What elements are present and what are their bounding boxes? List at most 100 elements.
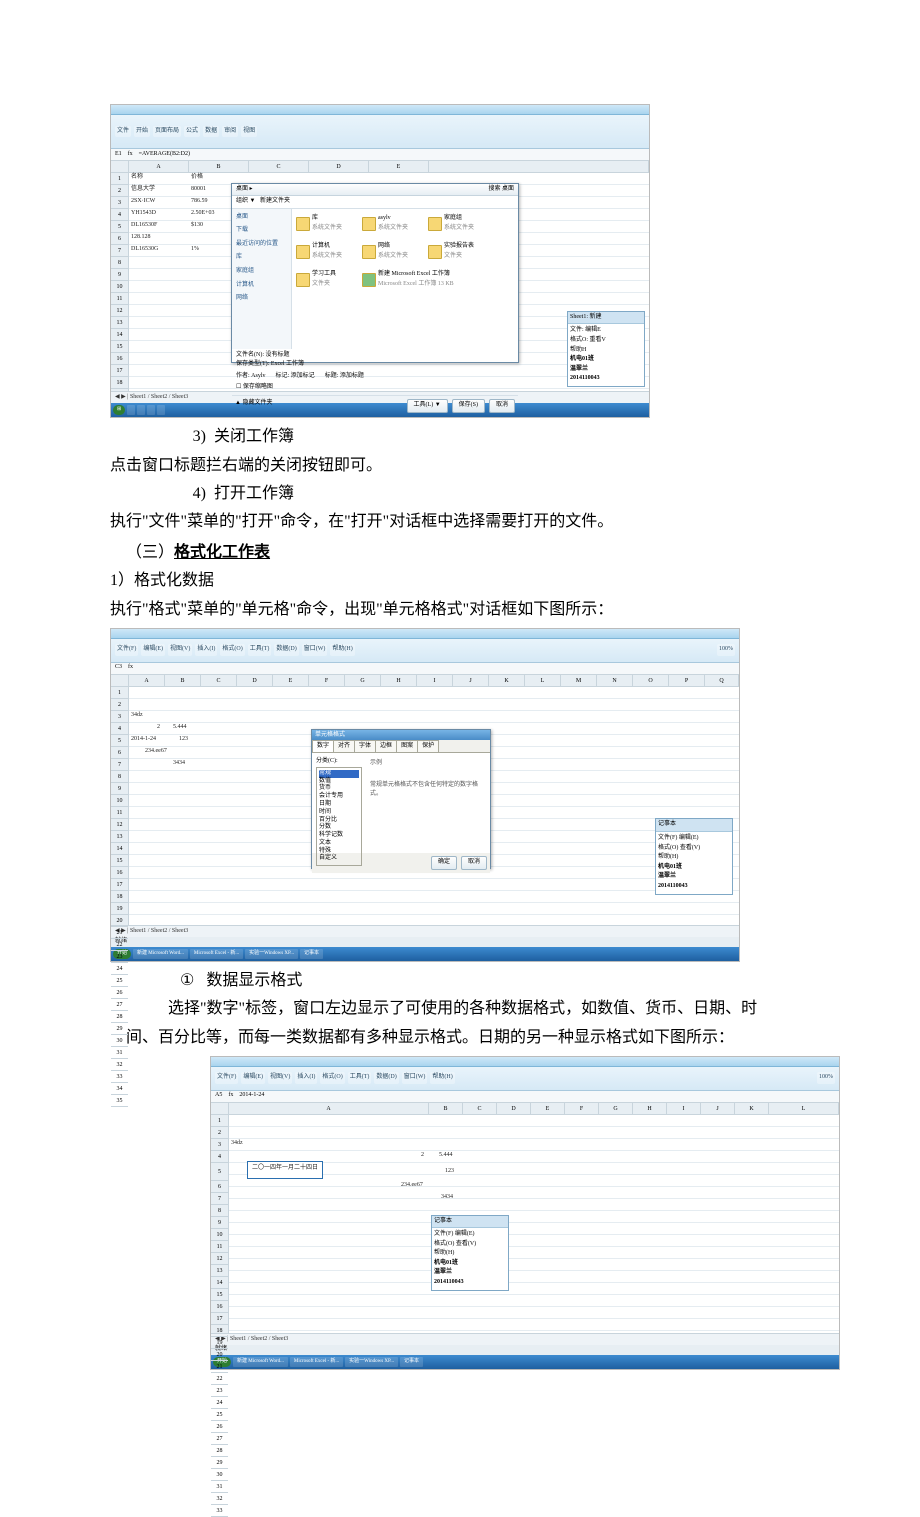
category-list[interactable]: 常规 数值 货币 会计专用 日期 时间 百分比 分数 科学记数 文本 特殊 自定… xyxy=(316,767,362,867)
cell: 234.ee67 xyxy=(145,747,167,757)
file-item[interactable]: 实验报告表文件夹 xyxy=(428,241,488,263)
menu-item[interactable]: 工具(T) xyxy=(248,644,272,656)
circled-title: 数据显示格式 xyxy=(206,968,302,994)
taskbar-item[interactable]: 新建 Microsoft Word... xyxy=(133,949,188,959)
menu-item[interactable]: 帮助(H) xyxy=(330,644,354,656)
menu-item[interactable]: 窗口(W) xyxy=(302,644,328,656)
dialog-tab[interactable]: 对齐 xyxy=(333,740,355,753)
formula-value: =AVERAGE(B2:D2) xyxy=(139,150,190,160)
menu-item[interactable]: 插入(I) xyxy=(195,644,217,656)
new-folder-button[interactable]: 新建文件夹 xyxy=(260,198,290,204)
notepad-overlay: 记事本 文件(F) 编辑(E) 格式(O) 查看(V) 帮助(H) 机电01班 … xyxy=(431,1215,509,1291)
side-item[interactable]: 网络 xyxy=(236,294,287,304)
ribbon-tab: 开始 xyxy=(134,126,150,138)
ok-button[interactable]: 确定 xyxy=(431,856,457,870)
taskbar-item[interactable]: 新建 Microsoft Word... xyxy=(233,1357,288,1367)
dialog-search: 搜索 桌面 xyxy=(488,185,514,195)
file-item[interactable]: asylv系统文件夹 xyxy=(362,213,422,235)
window-titlebar xyxy=(111,105,649,115)
paragraph-line: 选择"数字"标签，窗口左边显示了可使用的各种数据格式，如数值、货币、日期、时 xyxy=(168,995,810,1022)
screenshot-excel-dateformat: 文件(F) 编辑(E) 视图(V) 插入(I) 格式(O) 工具(T) 数据(D… xyxy=(210,1056,840,1370)
file-item[interactable]: 计算机系统文件夹 xyxy=(296,241,356,263)
sheet-tabs[interactable]: ◀ ▶ | Sheet1 / Sheet2 / Sheet3 xyxy=(211,1333,839,1345)
dialog-tab[interactable]: 图案 xyxy=(396,740,418,753)
menu-item[interactable]: 工具(T) xyxy=(348,1072,372,1084)
notepad-header: 记事本 xyxy=(432,1216,508,1229)
screenshot-excel-cellformat: 文件(F) 编辑(E) 视图(V) 插入(I) 格式(O) 工具(T) 数据(D… xyxy=(110,628,740,962)
cell: 2014-1-24 xyxy=(131,735,156,745)
taskbar-item[interactable]: 记事本 xyxy=(300,949,323,959)
dialog-tab[interactable]: 字体 xyxy=(354,740,376,753)
screenshot-excel-saveas: 文件 开始 页面布局 公式 数据 审阅 视图 E1 fx =AVERAGE(B2… xyxy=(110,104,650,418)
menu-item[interactable]: 窗口(W) xyxy=(402,1072,428,1084)
filetype-select[interactable]: Excel 工作簿 xyxy=(271,361,304,367)
menu-item[interactable]: 数据(D) xyxy=(274,644,298,656)
menu-bar: 文件(F) 编辑(E) 视图(V) 插入(I) 格式(O) 工具(T) 数据(D… xyxy=(211,1067,839,1091)
formula-value: 2014-1-24 xyxy=(239,1091,264,1101)
taskbar-item[interactable] xyxy=(157,405,165,415)
tools-button[interactable]: 工具(L) ▼ xyxy=(407,399,448,413)
menu-item[interactable]: 文件(F) xyxy=(115,644,138,656)
item-title: 关闭工作簿 xyxy=(214,424,294,450)
file-item[interactable]: 家庭组系统文件夹 xyxy=(428,213,488,235)
menu-item[interactable]: 插入(I) xyxy=(295,1072,317,1084)
taskbar-item[interactable]: Microsoft Excel - 新... xyxy=(190,949,243,959)
menu-item[interactable]: 文件(F) xyxy=(215,1072,238,1084)
notepad-line: 帮助(H) xyxy=(434,1249,506,1259)
cancel-button[interactable]: 取消 xyxy=(489,399,515,413)
file-item[interactable]: 新建 Microsoft Excel 工作簿Microsoft Excel 工作… xyxy=(362,269,462,291)
menu-item[interactable]: 数据(D) xyxy=(374,1072,398,1084)
file-item[interactable]: 学习工具文件夹 xyxy=(296,269,356,291)
taskbar-item[interactable] xyxy=(127,405,135,415)
item-number: 4) xyxy=(180,481,206,507)
cell: DL16530F xyxy=(131,221,157,231)
save-button[interactable]: 保存(S) xyxy=(452,399,485,413)
sheet-tabs[interactable]: ◀ ▶ | Sheet1 / Sheet2 / Sheet3 xyxy=(111,925,739,937)
taskbar-item[interactable] xyxy=(147,405,155,415)
side-item[interactable]: 桌面 xyxy=(236,213,287,223)
side-item[interactable]: 下载 xyxy=(236,226,287,236)
sub-number: 1） xyxy=(110,572,134,589)
cancel-button[interactable]: 取消 xyxy=(461,856,487,870)
item-number: 3) xyxy=(180,424,206,450)
menu-item[interactable]: 视图(V) xyxy=(168,644,192,656)
ribbon-tab: 视图 xyxy=(241,126,257,138)
menu-item[interactable]: 格式(O) xyxy=(220,644,244,656)
dialog-tab[interactable]: 保护 xyxy=(417,740,439,753)
section-title: 格式化工作表 xyxy=(174,544,270,561)
start-button[interactable]: ⊞ xyxy=(113,405,125,415)
file-item[interactable]: 库系统文件夹 xyxy=(296,213,356,235)
taskbar-item[interactable]: 实验一Windows XP... xyxy=(345,1357,398,1367)
dialog-file-list: 库系统文件夹 asylv系统文件夹 家庭组系统文件夹 计算机系统文件夹 网络系统… xyxy=(292,209,518,349)
ribbon-tab: 页面布局 xyxy=(153,126,181,138)
side-item[interactable]: 最近访问的位置 xyxy=(236,240,287,250)
notepad-line: 温翠兰 xyxy=(658,872,730,882)
taskbar-item[interactable] xyxy=(137,405,145,415)
taskbar-item[interactable]: 记事本 xyxy=(400,1357,423,1367)
folder-icon xyxy=(296,245,310,259)
side-item[interactable]: 计算机 xyxy=(236,281,287,291)
side-item[interactable]: 库 xyxy=(236,253,287,263)
menu-item[interactable]: 编辑(E) xyxy=(141,644,165,656)
menu-item[interactable]: 视图(V) xyxy=(268,1072,292,1084)
organize-button[interactable]: 组织 ▼ xyxy=(236,198,255,204)
window-titlebar xyxy=(111,629,739,639)
formula-bar: A5 fx 2014-1-24 xyxy=(211,1091,839,1103)
status-bar: 就绪 xyxy=(211,1345,839,1355)
side-item[interactable]: 家庭组 xyxy=(236,267,287,277)
hide-folders-link[interactable]: 隐藏文件夹 xyxy=(242,400,272,406)
dialog-tab[interactable]: 数字 xyxy=(312,740,334,753)
taskbar-item[interactable]: Microsoft Excel - 新... xyxy=(290,1357,343,1367)
filetype-label: 保存类型(T): xyxy=(236,361,269,367)
filename-input[interactable]: 没有标题 xyxy=(266,352,290,358)
taskbar: 开始 新建 Microsoft Word... Microsoft Excel … xyxy=(111,947,739,961)
menu-item[interactable]: 编辑(E) xyxy=(241,1072,265,1084)
file-item[interactable]: 网络系统文件夹 xyxy=(362,241,422,263)
row-headers: 1234567891011121314151617181920212223242… xyxy=(111,687,129,925)
taskbar-item[interactable]: 实验一Windows XP... xyxy=(245,949,298,959)
menu-item[interactable]: 格式(O) xyxy=(320,1072,344,1084)
dialog-tab[interactable]: 边框 xyxy=(375,740,397,753)
menu-item[interactable]: 帮助(H) xyxy=(430,1072,454,1084)
column-headers: A B C D E F G H I J K L xyxy=(211,1103,839,1115)
thumbnail-checkbox[interactable]: 保存缩略图 xyxy=(243,384,273,390)
